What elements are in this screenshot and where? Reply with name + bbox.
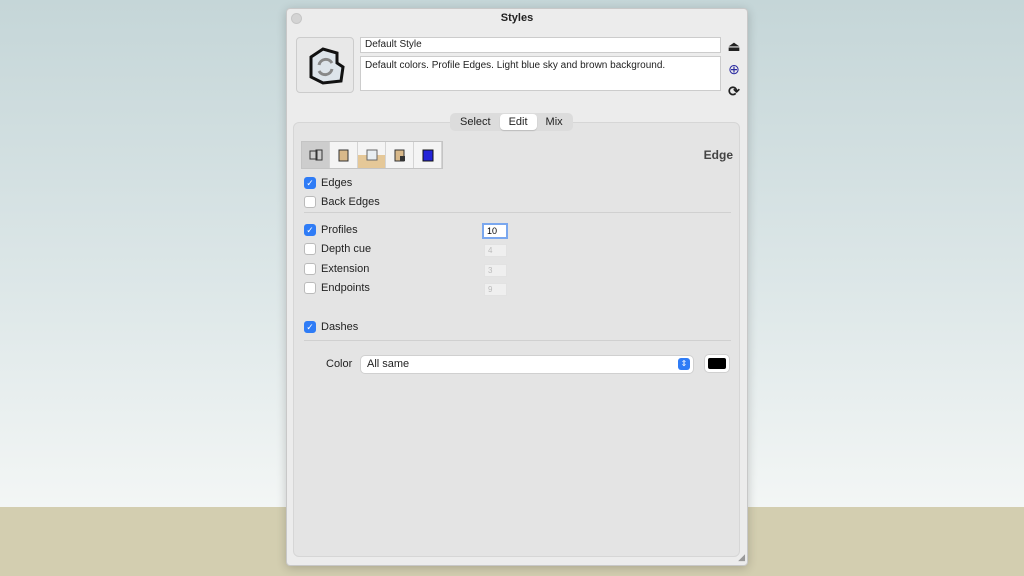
- option-label: Extension: [321, 263, 370, 275]
- back-edges-checkbox[interactable]: Back Edges: [304, 196, 380, 208]
- swatch-fill: [708, 358, 726, 369]
- update-style-icon[interactable]: ⟳: [726, 83, 742, 99]
- checkbox-unchecked-icon[interactable]: [304, 282, 316, 294]
- checkbox-unchecked-icon[interactable]: [304, 263, 316, 275]
- window-title: Styles: [500, 12, 534, 24]
- checkbox-checked-icon[interactable]: ✓: [304, 224, 316, 236]
- depth-cue-input[interactable]: 4: [484, 244, 507, 257]
- divider: [304, 340, 731, 341]
- edit-panel: Edge ✓ Edges Back Edges ✓ Profiles 10 Dept…: [293, 122, 740, 557]
- color-select-value: All same: [367, 358, 410, 370]
- settings-toolbar: [301, 141, 443, 169]
- save-style-icon[interactable]: ⏏: [726, 38, 742, 54]
- extension-checkbox[interactable]: Extension: [304, 263, 369, 275]
- style-name-input[interactable]: Default Style: [360, 37, 721, 53]
- option-label: Endpoints: [321, 282, 370, 294]
- profiles-width-input[interactable]: 10: [482, 223, 508, 239]
- background-settings-icon[interactable]: [358, 142, 386, 168]
- depth-cue-checkbox[interactable]: Depth cue: [304, 243, 371, 255]
- style-thumbnail[interactable]: [296, 37, 354, 93]
- color-swatch[interactable]: [705, 355, 729, 372]
- face-settings-icon[interactable]: [330, 142, 358, 168]
- color-label: Color: [326, 358, 353, 370]
- resize-grip-icon[interactable]: ◢: [738, 552, 745, 563]
- endpoints-checkbox[interactable]: Endpoints: [304, 282, 370, 294]
- chevron-updown-icon: ⇕: [678, 358, 690, 370]
- profiles-checkbox[interactable]: ✓ Profiles: [304, 224, 358, 236]
- option-label: Profiles: [321, 224, 358, 236]
- style-description-input[interactable]: Default colors. Profile Edges. Light blu…: [360, 56, 721, 91]
- dashes-checkbox[interactable]: ✓ Dashes: [304, 321, 358, 333]
- extension-input[interactable]: 3: [484, 264, 507, 277]
- option-label: Depth cue: [321, 243, 372, 255]
- edge-settings-icon[interactable]: [302, 142, 330, 168]
- checkbox-checked-icon[interactable]: ✓: [304, 321, 316, 333]
- endpoints-input[interactable]: 9: [484, 283, 507, 296]
- checkbox-unchecked-icon[interactable]: [304, 243, 316, 255]
- option-label: Dashes: [321, 321, 359, 333]
- option-label: Edges: [321, 177, 353, 189]
- tab-mix[interactable]: Mix: [537, 114, 572, 130]
- style-preview-icon: [309, 47, 345, 85]
- modeling-settings-icon[interactable]: [414, 142, 442, 168]
- tab-edit[interactable]: Edit: [499, 114, 537, 130]
- divider: [304, 212, 731, 213]
- section-title: Edge: [703, 148, 733, 162]
- tab-select[interactable]: Select: [451, 114, 500, 130]
- create-style-icon[interactable]: ⊕: [726, 61, 742, 77]
- checkbox-checked-icon[interactable]: ✓: [304, 177, 316, 189]
- edges-checkbox[interactable]: ✓ Edges: [304, 177, 352, 189]
- mode-tabs: Select Edit Mix: [450, 113, 573, 131]
- watermark-settings-icon[interactable]: [386, 142, 414, 168]
- color-select[interactable]: All same ⇕: [361, 356, 693, 373]
- option-label: Back Edges: [321, 196, 380, 208]
- styles-window: Styles Default Style Default colors. Pro…: [286, 8, 748, 566]
- checkbox-unchecked-icon[interactable]: [304, 196, 316, 208]
